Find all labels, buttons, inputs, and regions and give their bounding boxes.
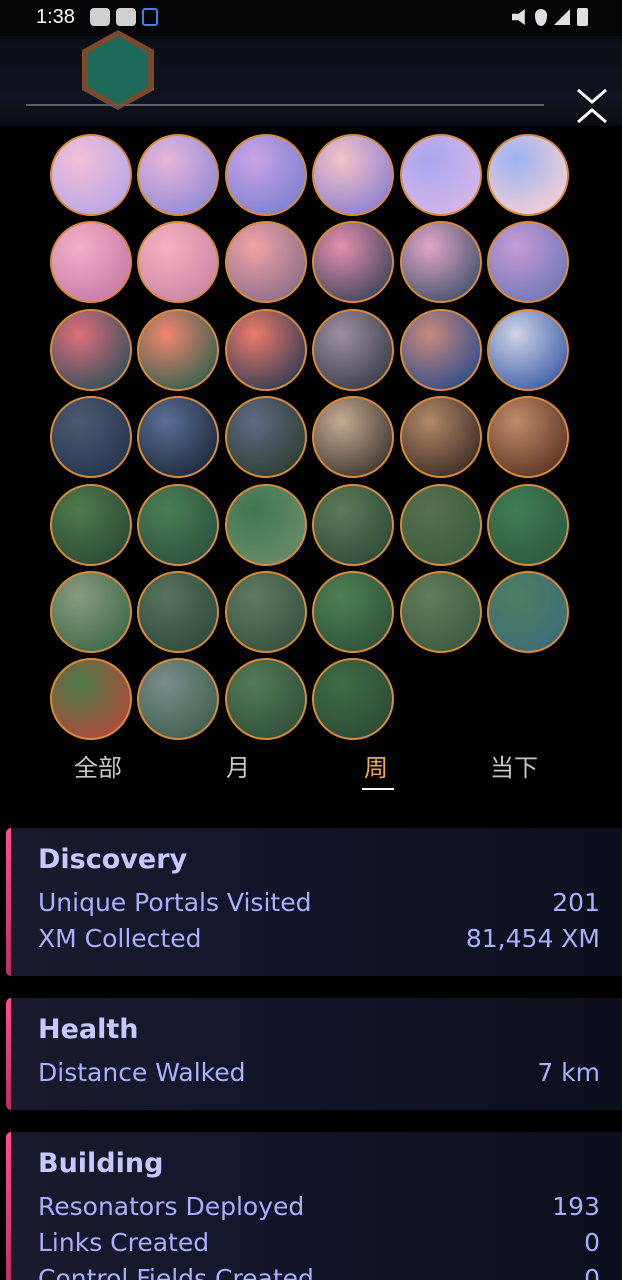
stat-value: 0 — [584, 1228, 600, 1257]
stat-value: 0 — [584, 1264, 600, 1280]
portal-photo[interactable] — [137, 396, 219, 478]
lte-signal-icon — [554, 9, 570, 25]
portal-photo[interactable] — [137, 658, 219, 740]
stat-label: Resonators Deployed — [38, 1192, 305, 1221]
portal-photo[interactable] — [225, 396, 307, 478]
status-bar: 1:38 — [0, 0, 622, 36]
portal-photo[interactable] — [400, 396, 482, 478]
notification-icons — [90, 8, 158, 26]
portal-photo[interactable] — [137, 484, 219, 566]
portal-photo[interactable] — [400, 309, 482, 391]
portal-photo[interactable] — [400, 221, 482, 303]
game-icon — [116, 8, 136, 26]
portal-photo[interactable] — [312, 484, 394, 566]
portal-photo[interactable] — [400, 484, 482, 566]
section-building: Building Resonators Deployed 193 Links C… — [6, 1132, 622, 1280]
portal-photo[interactable] — [487, 571, 569, 653]
portal-photo[interactable] — [225, 658, 307, 740]
portal-photo[interactable] — [312, 571, 394, 653]
portal-photo[interactable] — [137, 571, 219, 653]
portal-photo[interactable] — [50, 134, 132, 216]
stat-label: Distance Walked — [38, 1058, 246, 1087]
tab-all[interactable]: 全部 — [74, 748, 122, 783]
stat-label: Links Created — [38, 1228, 210, 1257]
stat-label: Unique Portals Visited — [38, 888, 312, 917]
system-icons — [512, 8, 588, 26]
tab-now[interactable]: 当下 — [490, 748, 538, 783]
stat-value: 201 — [552, 888, 600, 917]
portal-photo[interactable] — [312, 221, 394, 303]
tab-week[interactable]: 周 — [364, 748, 388, 783]
portal-photo[interactable] — [225, 221, 307, 303]
portal-photo[interactable] — [50, 484, 132, 566]
stat-label: Control Fields Created — [38, 1264, 314, 1280]
portal-photo[interactable] — [312, 396, 394, 478]
portal-photo[interactable] — [312, 134, 394, 216]
profile-header — [0, 30, 622, 126]
portal-photo[interactable] — [225, 484, 307, 566]
battery-icon — [577, 8, 588, 26]
section-health: Health Distance Walked 7 km — [6, 998, 622, 1110]
portal-photo[interactable] — [225, 309, 307, 391]
section-discovery: Discovery Unique Portals Visited 201 XM … — [6, 828, 622, 976]
lock-icon — [142, 8, 158, 26]
stat-label: XM Collected — [38, 924, 202, 953]
portal-photo[interactable] — [50, 658, 132, 740]
portal-photo[interactable] — [487, 396, 569, 478]
mute-icon — [512, 9, 525, 25]
wechat-icon — [90, 8, 110, 26]
section-title: Discovery — [38, 844, 188, 875]
agent-avatar[interactable] — [82, 30, 154, 110]
portal-photo[interactable] — [137, 309, 219, 391]
section-title: Health — [38, 1014, 139, 1045]
portal-photo[interactable] — [50, 221, 132, 303]
portal-photo[interactable] — [400, 134, 482, 216]
portal-photo[interactable] — [137, 221, 219, 303]
stat-value: 81,454 XM — [465, 924, 600, 953]
portal-photo[interactable] — [487, 484, 569, 566]
portal-photo[interactable] — [400, 571, 482, 653]
active-tab-indicator — [362, 788, 394, 790]
collapse-button[interactable] — [574, 86, 610, 126]
status-time: 1:38 — [36, 6, 75, 28]
portal-photo[interactable] — [312, 658, 394, 740]
portal-photo[interactable] — [50, 309, 132, 391]
portal-photo[interactable] — [487, 309, 569, 391]
portal-photo[interactable] — [225, 134, 307, 216]
portal-photo[interactable] — [312, 309, 394, 391]
portal-photo[interactable] — [50, 571, 132, 653]
time-range-tabs: 全部 月 周 当下 — [0, 748, 622, 798]
section-title: Building — [38, 1148, 164, 1179]
stat-value: 7 km — [537, 1058, 600, 1087]
portal-photo[interactable] — [487, 221, 569, 303]
collapse-chevrons-icon — [577, 88, 607, 124]
location-icon — [535, 8, 547, 26]
header-divider — [26, 104, 544, 106]
portal-photo[interactable] — [487, 134, 569, 216]
portal-photo[interactable] — [225, 571, 307, 653]
portal-photo[interactable] — [50, 396, 132, 478]
portal-photo[interactable] — [137, 134, 219, 216]
tab-month[interactable]: 月 — [226, 748, 250, 783]
stat-value: 193 — [552, 1192, 600, 1221]
